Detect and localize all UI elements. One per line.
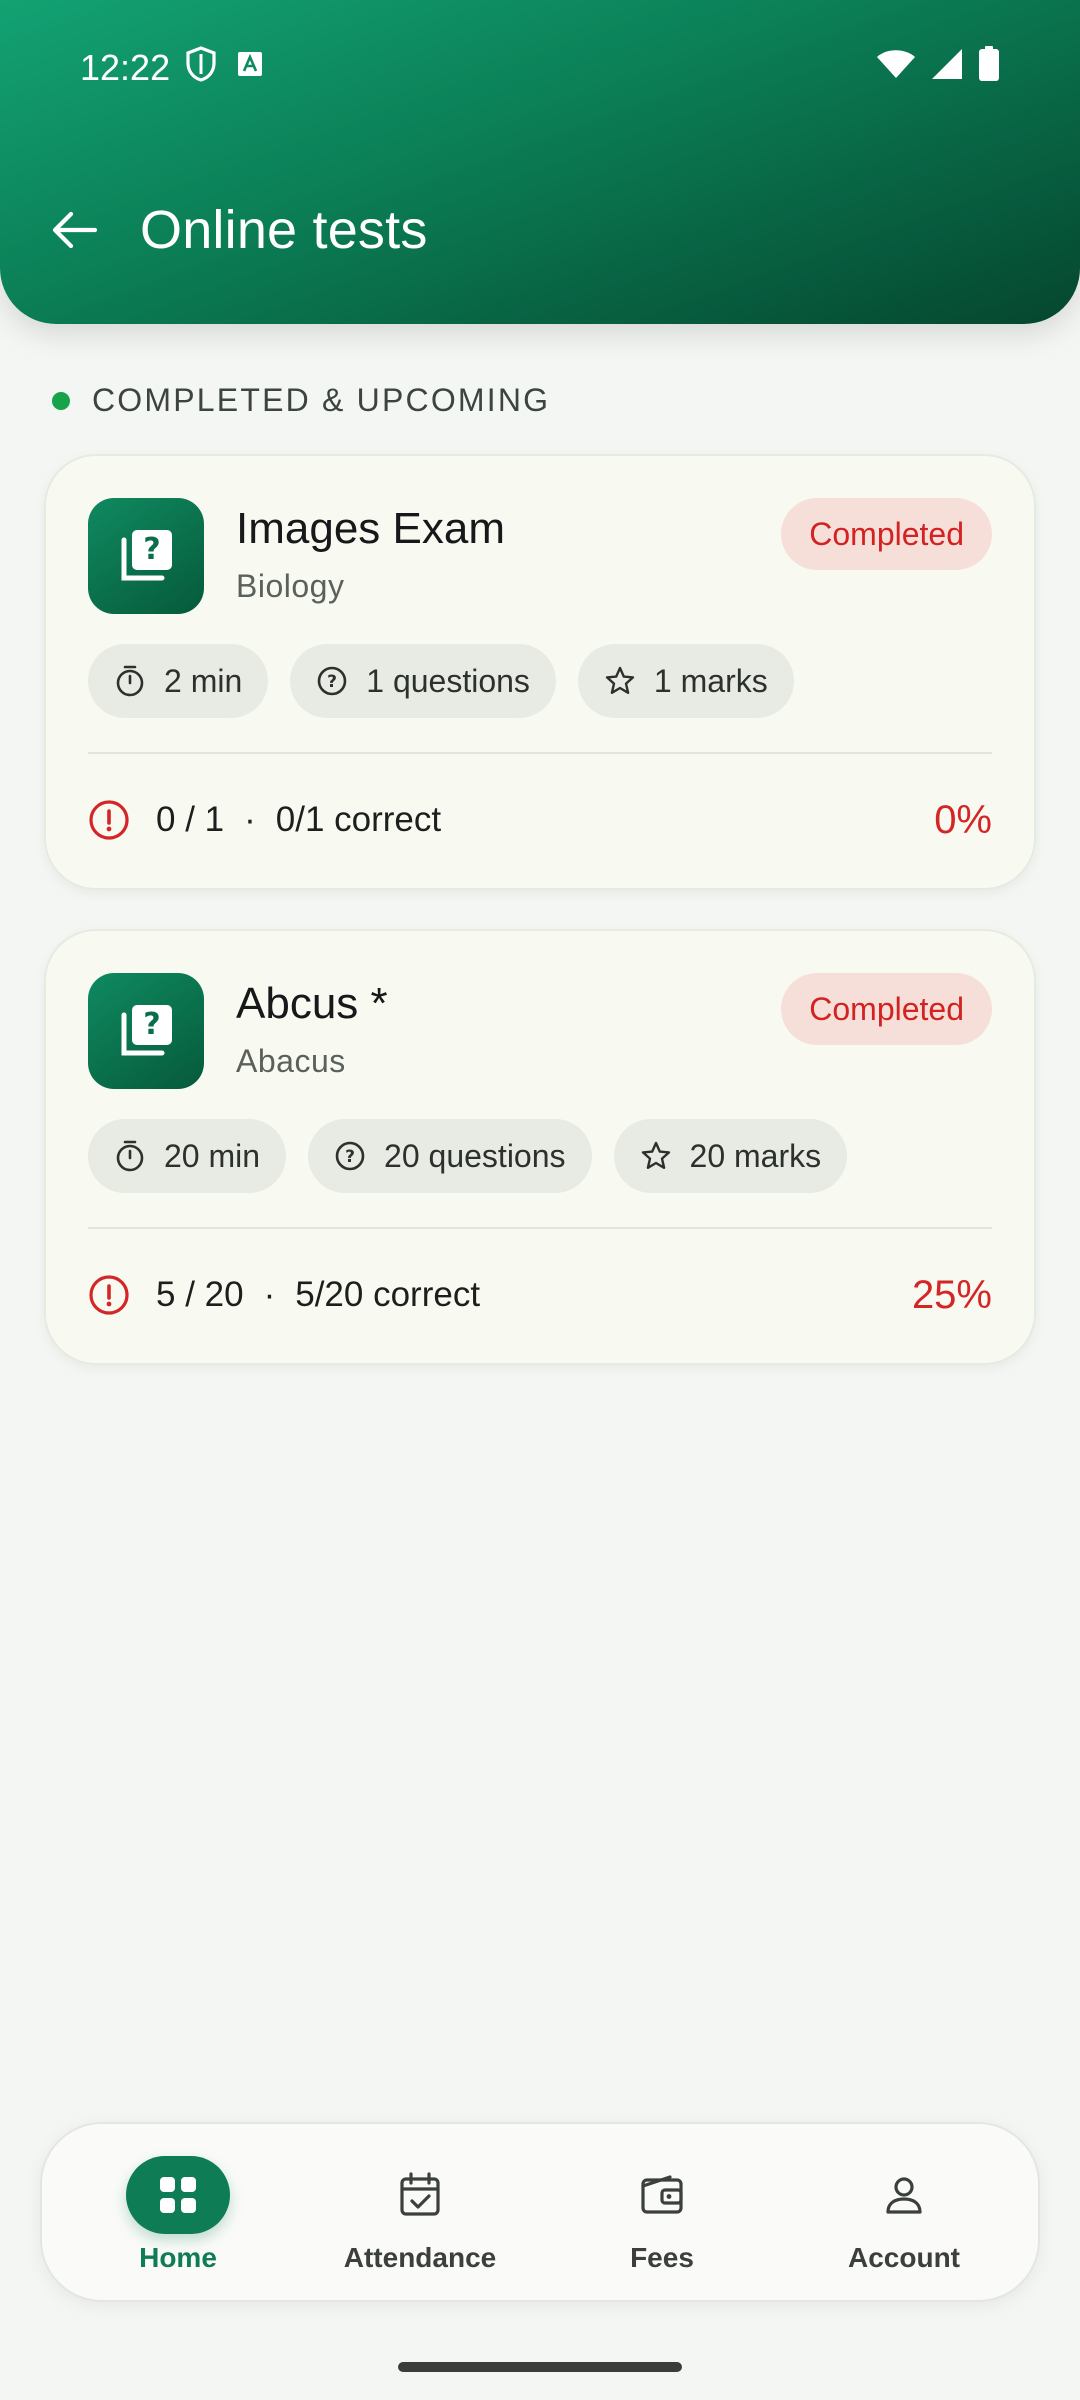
- marks-chip: 20 marks: [613, 1119, 848, 1193]
- test-subject: Biology: [236, 568, 345, 604]
- wifi-icon: [876, 47, 916, 89]
- nav-label: Home: [139, 2242, 217, 2273]
- status-time: 12:22: [80, 47, 171, 88]
- shield-icon: [184, 45, 218, 92]
- percent-text: 0%: [934, 797, 992, 842]
- signal-icon: [930, 47, 964, 90]
- percent-text: 25%: [911, 1272, 992, 1317]
- quiz-icon: ?: [88, 498, 204, 614]
- svg-text:?: ?: [345, 1147, 355, 1167]
- status-bar: 12:22: [0, 40, 1080, 96]
- help-circle-icon: ?: [317, 666, 347, 696]
- star-icon: [641, 1141, 670, 1169]
- divider: [88, 1227, 992, 1229]
- nav-attendance[interactable]: Attendance: [300, 2124, 540, 2304]
- separator-dot: ·: [263, 1275, 276, 1314]
- score-text: 0 / 1: [156, 800, 225, 839]
- info-icon: [89, 800, 129, 840]
- questions-chip: ? 20 questions: [308, 1119, 592, 1193]
- timer-icon: [116, 1140, 144, 1172]
- duration-chip: 20 min: [88, 1119, 287, 1193]
- nav-account[interactable]: Account: [784, 2124, 1024, 2304]
- test-title: Images Exam: [236, 504, 505, 553]
- nav-label: Account: [848, 2242, 960, 2273]
- duration-chip: 2 min: [88, 644, 269, 718]
- wallet-icon: [641, 2175, 683, 2214]
- keyboard-a-icon: [232, 46, 268, 91]
- back-button[interactable]: [48, 204, 100, 256]
- info-icon: [89, 1275, 129, 1315]
- arrow-left-icon: [52, 211, 97, 249]
- nav-fees[interactable]: Fees: [542, 2124, 782, 2304]
- nav-label: Fees: [630, 2242, 694, 2273]
- battery-icon: [978, 45, 1000, 91]
- result-row: 0 / 1 · 0/1 correct 0%: [88, 788, 992, 852]
- separator-dot: ·: [244, 800, 256, 839]
- nav-home[interactable]: Home: [58, 2124, 298, 2304]
- test-title: Abcus *: [236, 979, 388, 1028]
- quiz-icon: ?: [88, 973, 204, 1089]
- calendar-check-icon: [400, 2172, 440, 2216]
- screen: 12:22 Online tests COMPLETED & UPCOMING …: [0, 0, 1080, 2400]
- help-circle-icon: ?: [335, 1141, 365, 1171]
- test-card[interactable]: ? Images Exam Biology Completed 2 min ? …: [44, 454, 1036, 890]
- person-icon: [886, 2177, 922, 2214]
- star-icon: [605, 666, 635, 694]
- section-label: COMPLETED & UPCOMING: [92, 382, 551, 418]
- correct-text: 0/1 correct: [275, 800, 442, 839]
- questions-chip: ? 1 questions: [290, 644, 556, 718]
- header-bar: Online tests: [0, 188, 1080, 272]
- svg-text:?: ?: [327, 672, 337, 692]
- grid-icon: [160, 2177, 196, 2213]
- correct-text: 5/20 correct: [295, 1275, 481, 1314]
- score-text: 5 / 20: [156, 1275, 244, 1314]
- status-dot-icon: [52, 391, 70, 410]
- section-header: COMPLETED & UPCOMING: [52, 382, 550, 419]
- result-row: 5 / 20 · 5/20 correct 25%: [88, 1263, 992, 1327]
- status-badge: Completed: [781, 973, 992, 1045]
- test-card[interactable]: ? Abcus * Abacus Completed 20 min ? 20 q…: [44, 929, 1036, 1365]
- page-title: Online tests: [140, 200, 428, 260]
- nav-label: Attendance: [343, 2242, 497, 2273]
- svg-text:?: ?: [143, 532, 160, 567]
- test-subject: Abacus: [236, 1043, 346, 1079]
- bottom-nav: Home Attendance Fees Account: [40, 2122, 1040, 2302]
- svg-text:?: ?: [143, 1007, 160, 1042]
- status-badge: Completed: [781, 498, 992, 570]
- home-indicator[interactable]: [398, 2362, 682, 2372]
- marks-chip: 1 marks: [577, 644, 794, 718]
- app-header: 12:22 Online tests: [0, 0, 1080, 324]
- divider: [88, 752, 992, 754]
- timer-icon: [116, 665, 144, 697]
